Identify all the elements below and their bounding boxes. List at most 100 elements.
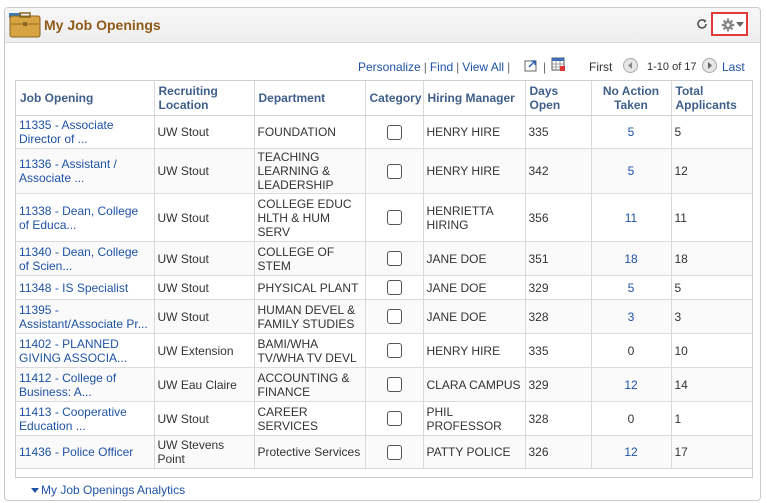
department-cell: FOUNDATION [254,115,366,149]
days-open-cell: 335 [525,333,592,368]
no-action-taken-link[interactable]: 12 [624,378,637,392]
total-applicants-cell: 17 [671,435,752,469]
days-open-cell: 329 [525,367,592,402]
recruiting-location-cell: UW Extension [154,333,255,368]
job-opening-link[interactable]: 11338 - Dean, College of Educa... [19,204,138,232]
job-opening-link[interactable]: 11335 - Associate Director of ... [19,118,114,146]
department-cell: BAMI/WHA TV/WHA TV DEVL [254,333,366,368]
days-open-cell: 351 [525,241,592,276]
analytics-toggle[interactable]: My Job Openings Analytics [31,483,185,497]
no-action-taken-link[interactable]: 5 [628,164,635,178]
chevron-down-icon [736,22,744,27]
table-row: 11336 - Assistant / Associate ... UW Stou… [16,148,752,194]
total-applicants-cell: 12 [671,148,752,194]
total-applicants-cell: 18 [671,241,752,276]
job-opening-link[interactable]: 11336 - Assistant / Associate ... [19,157,117,185]
job-opening-link[interactable]: 11348 - IS Specialist [19,281,128,295]
column-header-hiring-manager[interactable]: Hiring Manager [423,81,526,116]
no-action-taken-cell: 11 [591,193,672,242]
department-cell: COLLEGE EDUC HLTH & HUM SERV [254,193,366,242]
page-range: 1-10 of 17 [647,61,697,73]
no-action-taken-cell: 0 [591,333,672,368]
column-header-job-opening[interactable]: Job Opening [16,81,155,116]
job-opening-link[interactable]: 11413 - Cooperative Education ... [19,405,127,433]
column-header-days-open[interactable]: Days Open [525,81,592,116]
recruiting-location-cell: UW Stevens Point [154,435,255,469]
no-action-taken-link[interactable]: 11 [625,211,637,225]
recruiting-location-cell: UW Stout [154,148,255,194]
job-opening-cell: 11436 - Police Officer [16,435,155,469]
job-opening-link[interactable]: 11340 - Dean, College of Scien... [19,245,138,273]
last-link[interactable]: Last [722,60,745,74]
category-checkbox[interactable] [386,210,402,226]
no-action-taken-link[interactable]: 5 [628,125,635,139]
no-action-taken-cell: 5 [591,148,672,194]
no-action-taken-link[interactable]: 5 [628,281,635,295]
find-link[interactable]: Find [430,60,453,74]
category-checkbox[interactable] [386,280,402,296]
table-row: 11348 - IS Specialist UW Stout PHYSICAL PL… [16,275,752,300]
recruiting-location-cell: UW Eau Claire [154,367,255,402]
first-label: First [589,60,613,74]
column-header-no-action-taken[interactable]: No Action Taken [591,81,672,116]
days-open-cell: 328 [525,401,592,436]
no-action-taken-cell: 12 [591,435,672,469]
total-applicants-cell: 5 [671,115,752,149]
total-applicants-cell: 10 [671,333,752,368]
column-header-category[interactable]: Category [365,81,424,116]
job-opening-cell: 11402 - PLANNED GIVING ASSOCIA... [16,333,155,368]
job-opening-cell: 11336 - Assistant / Associate ... [16,148,155,194]
no-action-taken-link[interactable]: 3 [628,310,635,324]
no-action-taken-cell: 3 [591,299,672,334]
table-row: 11413 - Cooperative Education ... UW Stou… [16,401,752,436]
view-all-link[interactable]: View All [462,60,504,74]
table-row: 11436 - Police Officer UW Stevens Point Pr… [16,435,752,469]
no-action-taken-link[interactable]: 18 [624,252,637,266]
department-cell: Protective Services [254,435,366,469]
no-action-taken-cell: 12 [591,367,672,402]
job-opening-link[interactable]: 11436 - Police Officer [19,445,133,459]
previous-page-button[interactable] [623,58,638,73]
category-cell [365,367,424,402]
category-checkbox[interactable] [386,343,402,359]
zoom-grid-icon[interactable] [524,59,538,72]
table-row: 11395 - Assistant/Associate Pr... UW Stou… [16,299,752,334]
department-cell: TEACHING LEARNING & LEADERSHIP [254,148,366,194]
job-opening-link[interactable]: 11395 - Assistant/Associate Pr... [19,303,148,331]
category-checkbox[interactable] [386,411,402,427]
column-header-total-applicants[interactable]: Total Applicants [671,81,752,116]
category-cell [365,435,424,469]
days-open-cell: 356 [525,193,592,242]
download-excel-icon[interactable] [551,57,566,72]
table-row: 11338 - Dean, College of Educa... UW Stou… [16,193,752,242]
personalize-link[interactable]: Personalize [358,60,421,74]
gear-icon [721,18,735,32]
grid-toolbar: Personalize | Find | View All | | First 1-10 … [5,57,760,78]
next-page-button[interactable] [702,58,717,73]
category-cell [365,275,424,300]
no-action-taken-link[interactable]: 12 [624,445,637,459]
category-checkbox[interactable] [386,251,402,267]
job-opening-cell: 11348 - IS Specialist [16,275,155,300]
job-opening-link[interactable]: 11412 - College of Business: A... [19,371,116,399]
column-header-recruiting-location[interactable]: Recruiting Location [154,81,255,116]
analytics-label: My Job Openings Analytics [41,483,186,497]
total-applicants-cell: 3 [671,299,752,334]
job-opening-cell: 11412 - College of Business: A... [16,367,155,402]
job-opening-link[interactable]: 11402 - PLANNED GIVING ASSOCIA... [19,337,127,365]
my-job-openings-pagelet: My Job Openings Personalize | Find | Vie… [4,7,761,501]
category-checkbox[interactable] [386,309,402,325]
recruiting-location-cell: UW Stout [154,193,255,242]
category-checkbox[interactable] [386,377,402,393]
department-cell: COLLEGE OF STEM [254,241,366,276]
recruiting-location-cell: UW Stout [154,241,255,276]
hiring-manager-cell: CLARA CAMPUS [423,367,526,402]
total-applicants-cell: 1 [671,401,752,436]
department-cell: ACCOUNTING & FINANCE [254,367,366,402]
refresh-icon[interactable] [696,18,708,30]
category-checkbox[interactable] [386,444,402,460]
category-checkbox[interactable] [386,163,402,179]
pagelet-actions-button[interactable] [711,12,748,36]
column-header-department[interactable]: Department [254,81,366,116]
category-checkbox[interactable] [386,124,402,140]
